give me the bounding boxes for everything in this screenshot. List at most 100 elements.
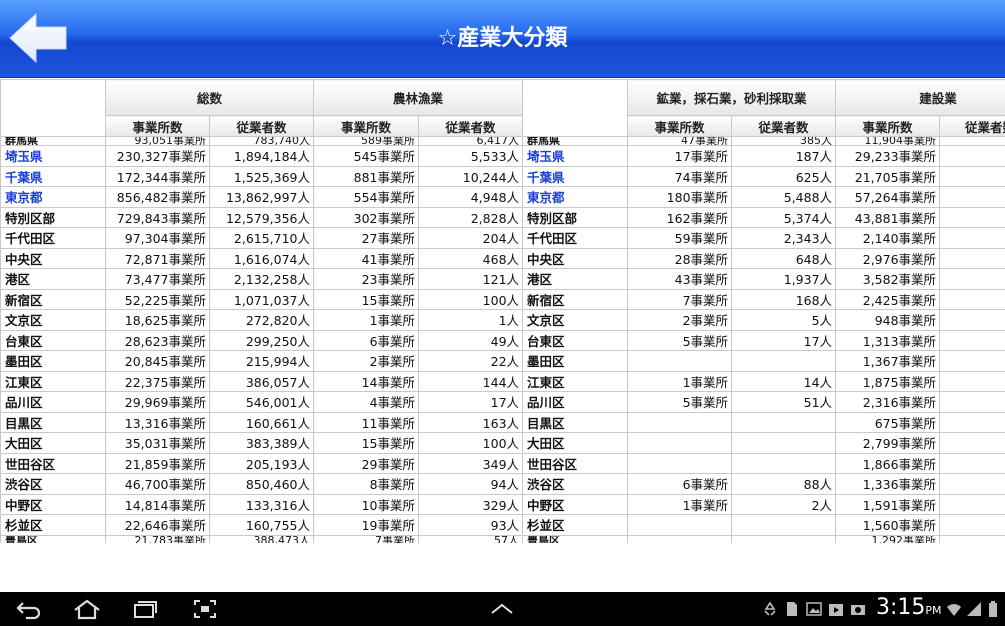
construction-employees-cell: 14 [939, 309, 1005, 331]
table-row[interactable]: 文京区 18,625事業所 272,820人 1事業所 1人 文京区 2事業所 5人 948事業… [0, 309, 1005, 331]
table-row[interactable]: 港区 73,477事業所 2,132,258人 23事業所 121人 港区 43事業所 1,9… [0, 268, 1005, 290]
total-establishments-cell: 22,375事業所 [105, 370, 210, 392]
row-name-cell: 特別区部 [0, 206, 106, 228]
row-name-cell: 江東区 [522, 370, 629, 392]
back-nav-icon[interactable] [14, 598, 44, 620]
mining-employees-cell: 5,374人 [731, 206, 837, 228]
row-name-cell: 新宿区 [522, 288, 629, 310]
file-icon [784, 601, 800, 617]
agriculture-employees-cell: 10,244人 [418, 165, 524, 187]
total-establishments-cell: 172,344事業所 [105, 165, 210, 187]
col-header-establishments: 事業所数 [105, 115, 210, 137]
agriculture-establishments-cell: 1事業所 [313, 309, 420, 331]
table-row[interactable]: 大田区 35,031事業所 383,389人 15事業所 100人 大田区 2,799事業所… [0, 432, 1005, 454]
table-row[interactable]: 江東区 22,375事業所 386,057人 14事業所 144人 江東区 1事業所 14人 1… [0, 370, 1005, 392]
agriculture-establishments-cell: 554事業所 [313, 186, 420, 208]
mining-establishments-cell: 28事業所 [627, 247, 733, 269]
agriculture-establishments-cell: 29事業所 [313, 452, 420, 474]
total-employees-cell: 12,579,356人 [208, 206, 315, 228]
agriculture-establishments-cell: 15事業所 [313, 288, 420, 310]
row-name-cell: 中央区 [0, 247, 106, 269]
construction-establishments-cell: 1,336事業所 [835, 473, 941, 495]
industry-table: 総数 農林漁業 鉱業，採石業，砂利採取業 建設業 事業所数 従業者数 事業所数 … [0, 79, 1005, 543]
table-row[interactable]: 目黒区13,316事業所160,661人11事業所163人目黒区675事業所6 [0, 411, 1005, 433]
total-establishments-cell: 29,969事業所 [105, 391, 210, 413]
corner-cell [0, 79, 106, 137]
construction-employees-cell: 140 [939, 165, 1005, 187]
construction-employees-cell: 23 [939, 432, 1005, 454]
mining-employees-cell: 5人 [731, 309, 837, 331]
col-header-establishments: 事業所数 [313, 115, 420, 137]
agriculture-employees-cell: 144人 [418, 370, 524, 392]
mining-establishments-cell: 59事業所 [627, 227, 733, 249]
mining-establishments-cell: 5事業所 [627, 391, 733, 413]
construction-employees-cell: 11 [939, 350, 1005, 372]
recycle-icon [762, 601, 778, 617]
row-name-cell: 文京区 [522, 309, 629, 331]
row-name-cell: 埼玉県 [522, 145, 629, 167]
back-button[interactable] [6, 10, 70, 66]
row-name-cell: 墨田区 [522, 350, 629, 372]
construction-employees-cell: 14 [939, 452, 1005, 474]
agriculture-establishments-cell: 545事業所 [313, 145, 420, 167]
total-employees-cell: 13,862,997人 [208, 186, 315, 208]
agriculture-employees-cell: 93人 [418, 514, 524, 536]
table-row[interactable]: 中央区 72,871事業所 1,616,074人 41事業所 468人 中央区 28事業所 6… [0, 247, 1005, 269]
construction-employees-cell: 41 [939, 227, 1005, 249]
construction-employees-cell: 108 [939, 268, 1005, 290]
agriculture-employees-cell: 121人 [418, 268, 524, 290]
mining-establishments-cell: 5事業所 [627, 329, 733, 351]
table-row[interactable]: 品川区 29,969事業所 546,001人 4事業所 17人 品川区 5事業所 51人 2,3… [0, 391, 1005, 413]
row-name-cell: 豊島区 [0, 534, 106, 543]
battery-icon [988, 601, 998, 617]
mining-employees-cell: 625人 [731, 165, 837, 187]
clock-time: 3:15 [876, 595, 926, 620]
image-icon [806, 601, 822, 617]
row-name-cell: 千代田区 [0, 227, 106, 249]
row-name-cell: 群馬県 [522, 136, 629, 146]
value-cell: 93,051事業所 [105, 136, 210, 146]
agriculture-establishments-cell: 27事業所 [313, 227, 420, 249]
agriculture-employees-cell: 329人 [418, 493, 524, 515]
mining-employees-cell: 187人 [731, 145, 837, 167]
construction-establishments-cell: 2,316事業所 [835, 391, 941, 413]
total-employees-cell: 546,001人 [208, 391, 315, 413]
row-name-cell: 台東区 [0, 329, 106, 351]
mining-employees-cell [731, 452, 837, 474]
mining-employees-cell [731, 350, 837, 372]
table-row[interactable]: 東京都 856,482事業所 13,862,997人 554事業所 4,948人 東京都 1… [0, 186, 1005, 208]
table-row[interactable]: 杉並区22,646事業所160,755人19事業所93人杉並区1,560事業所1… [0, 514, 1005, 536]
table-row[interactable]: 台東区 28,623事業所 299,250人 6事業所 49人 台東区 5事業所 17人 1,3… [0, 329, 1005, 351]
construction-establishments-cell: 57,264事業所 [835, 186, 941, 208]
home-icon[interactable] [72, 598, 102, 620]
table-row[interactable]: 特別区部 729,843事業所 12,579,356人 302事業所 2,828人 特別区… [0, 206, 1005, 228]
agriculture-establishments-cell: 14事業所 [313, 370, 420, 392]
table-row[interactable]: 中野区 14,814事業所 133,316人 10事業所 329人 中野区 1事業所 2人 1,… [0, 493, 1005, 515]
chevron-up-icon[interactable] [487, 598, 517, 620]
table-row[interactable]: 埼玉県 230,327事業所 1,894,184人 545事業所 5,533人 埼玉県 17… [0, 145, 1005, 167]
row-name-cell: 目黒区 [0, 411, 106, 433]
row-name-cell: 中央区 [522, 247, 629, 269]
table-row[interactable]: 千葉県 172,344事業所 1,525,369人 881事業所 10,244人 千葉県 7… [0, 165, 1005, 187]
total-establishments-cell: 97,304事業所 [105, 227, 210, 249]
agriculture-employees-cell: 100人 [418, 432, 524, 454]
agriculture-establishments-cell: 15事業所 [313, 432, 420, 454]
data-table-container[interactable]: 総数 農林漁業 鉱業，採石業，砂利採取業 建設業 事業所数 従業者数 事業所数 … [0, 79, 1005, 543]
table-row[interactable]: 世田谷区 21,859事業所 205,193人 29事業所 349人 世田谷区 1,866事… [0, 452, 1005, 474]
recent-apps-icon[interactable] [130, 598, 160, 620]
agriculture-employees-cell: 17人 [418, 391, 524, 413]
group-header-total: 総数 [104, 79, 315, 116]
table-row[interactable]: 墨田区20,845事業所215,994人2事業所22人墨田区1,367事業所11 [0, 350, 1005, 372]
table-row[interactable]: 渋谷区 46,700事業所 850,460人 8事業所 94人 渋谷区 6事業所 88人 1,3… [0, 473, 1005, 495]
mining-establishments-cell [627, 411, 733, 433]
value-cell: 388,473人 [208, 534, 315, 543]
screenshot-icon[interactable] [190, 598, 220, 620]
agriculture-employees-cell: 4,948人 [418, 186, 524, 208]
agriculture-employees-cell: 163人 [418, 411, 524, 433]
table-row[interactable]: 千代田区 97,304事業所 2,615,710人 27事業所 204人 千代田区 59事業… [0, 227, 1005, 249]
total-employees-cell: 2,615,710人 [208, 227, 315, 249]
total-employees-cell: 1,525,369人 [208, 165, 315, 187]
mining-employees-cell: 88人 [731, 473, 837, 495]
row-name-cell: 豊島区 [522, 534, 629, 543]
table-row[interactable]: 新宿区 52,225事業所 1,071,037人 15事業所 100人 新宿区 7事業所 16… [0, 288, 1005, 310]
